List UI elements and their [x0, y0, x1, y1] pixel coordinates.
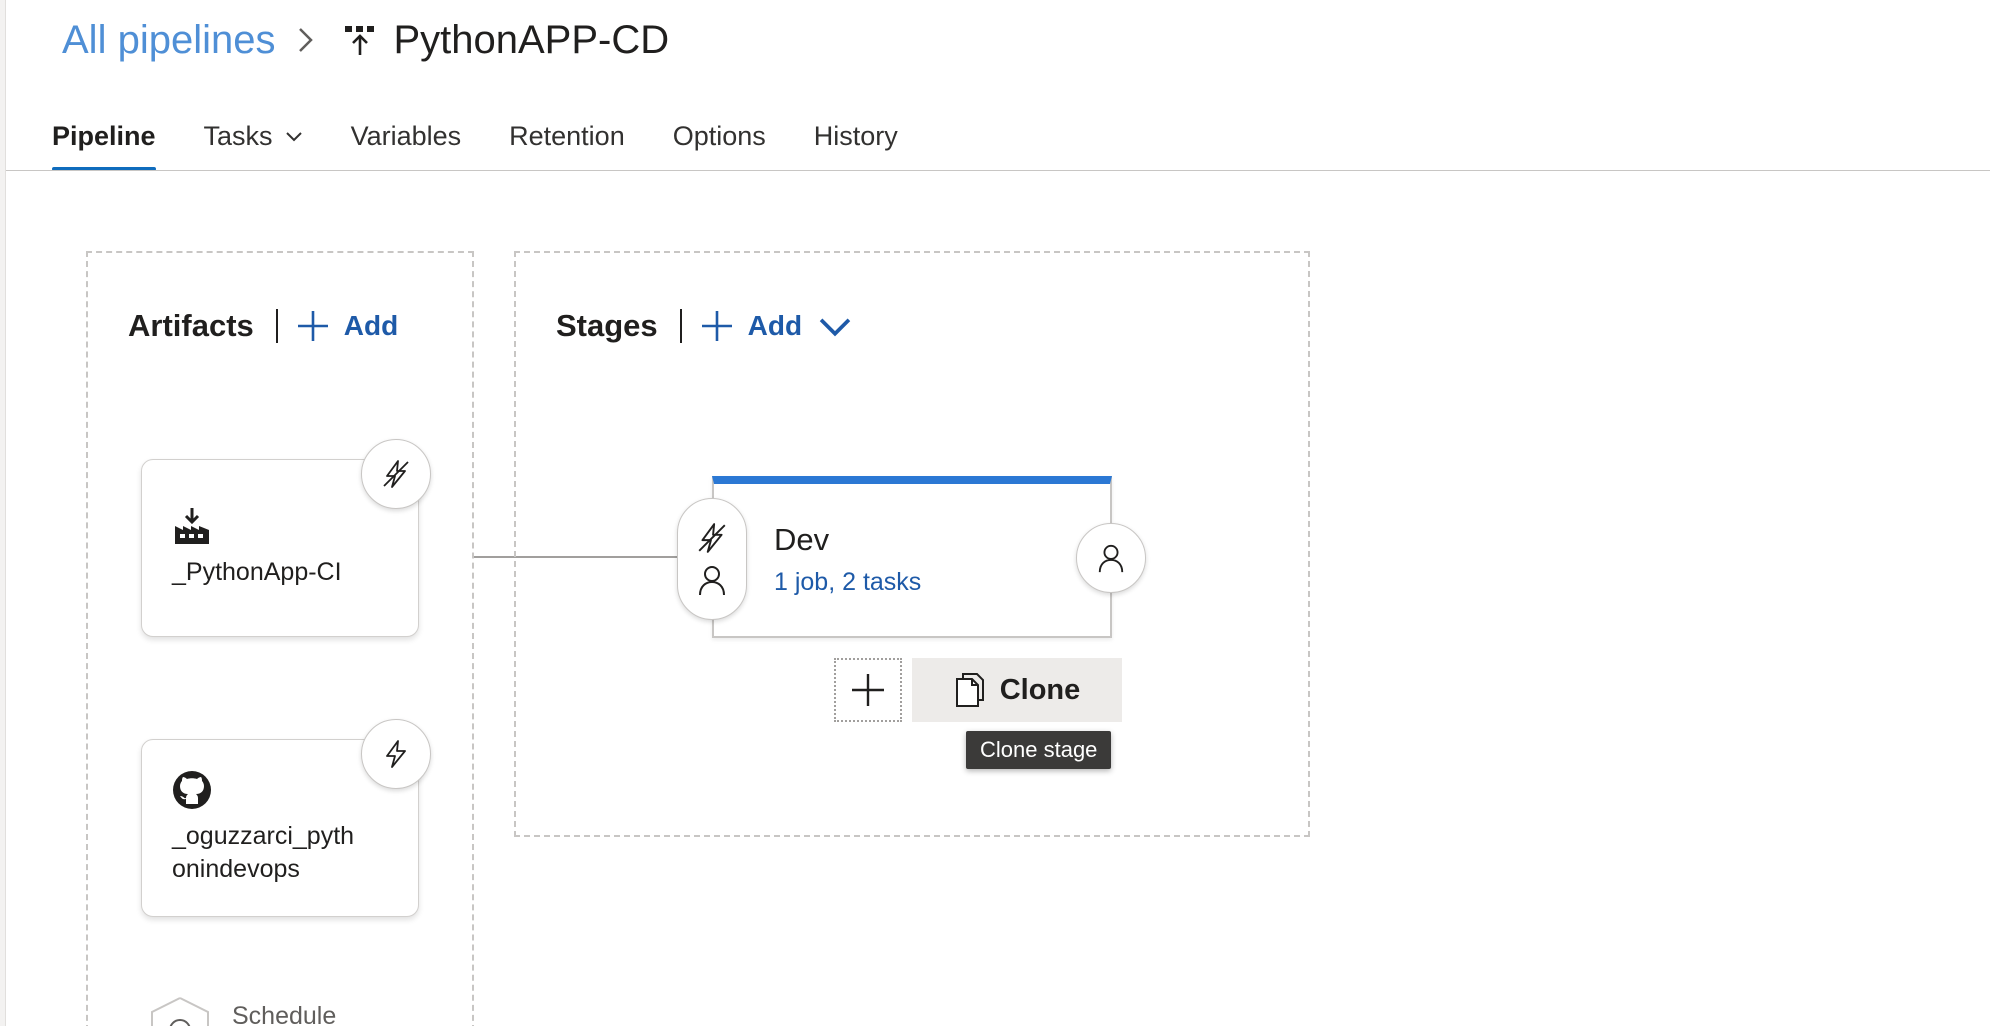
schedule-label: Schedule	[232, 1002, 337, 1026]
header-divider	[275, 309, 278, 343]
continuous-deployment-trigger-icon[interactable]	[361, 719, 431, 789]
tab-retention[interactable]: Retention	[509, 100, 625, 172]
clone-stage-button[interactable]: Clone	[912, 658, 1122, 722]
tab-pipeline[interactable]: Pipeline	[52, 100, 156, 172]
tab-label: Tasks	[203, 120, 273, 151]
clone-stage-tooltip: Clone stage	[966, 731, 1112, 769]
tabs-divider	[6, 170, 1990, 171]
artifact-name: _PythonApp-CI	[172, 558, 342, 586]
copy-icon	[955, 673, 984, 707]
tab-label: Options	[672, 120, 766, 151]
stage-name: Dev	[774, 522, 830, 557]
clone-label: Clone	[999, 673, 1081, 706]
page-title: PythonAPP-CD	[393, 17, 670, 62]
all-pipelines-link[interactable]: All pipelines	[62, 18, 275, 63]
left-rail	[0, 0, 6, 1026]
pre-deployment-conditions[interactable]	[677, 498, 747, 620]
header-divider	[679, 309, 682, 343]
add-artifact-button[interactable]: Add	[296, 309, 398, 343]
schedule-icon[interactable]	[148, 996, 212, 1026]
tab-options[interactable]: Options	[673, 100, 766, 172]
continuous-deployment-trigger-off-icon[interactable]	[361, 439, 431, 509]
tab-label: Retention	[509, 120, 625, 151]
artifact-name: _oguzzarci_pyth onindevops	[172, 822, 355, 883]
chevron-right-icon	[297, 25, 315, 55]
plus-icon	[701, 311, 732, 341]
stage-summary-link[interactable]: 1 job, 2 tasks	[774, 568, 921, 597]
add-artifact-label: Add	[343, 310, 399, 341]
tab-label: Variables	[350, 120, 462, 151]
build-artifact-icon	[175, 508, 209, 544]
plus-icon	[297, 311, 328, 341]
pre-deployment-approvers-icon	[699, 566, 725, 596]
pre-deployment-trigger-icon	[698, 523, 726, 553]
stage-card-dev[interactable]: Dev 1 job, 2 tasks	[712, 476, 1112, 638]
stages-header: Stages Add	[556, 302, 866, 350]
tab-label: History	[813, 120, 898, 151]
plus-icon	[852, 674, 884, 706]
chevron-down-icon	[819, 318, 851, 337]
post-deployment-approvers-icon[interactable]	[1076, 523, 1146, 593]
release-pipeline-icon	[345, 26, 375, 55]
github-icon	[173, 771, 211, 809]
tab-history[interactable]: History	[814, 100, 898, 172]
add-stage-button[interactable]	[834, 658, 902, 722]
chevron-down-icon	[285, 132, 302, 142]
pipeline-tabs: Pipeline Tasks Variables Retention Optio…	[52, 100, 946, 172]
artifacts-title: Artifacts	[128, 308, 254, 343]
tab-variables[interactable]: Variables	[351, 100, 462, 172]
tab-label: Pipeline	[52, 120, 156, 151]
artifacts-header: Artifacts Add	[128, 302, 398, 350]
add-stage-dropdown[interactable]: Add	[700, 309, 866, 343]
tab-tasks[interactable]: Tasks	[204, 100, 303, 172]
add-stage-label: Add	[747, 310, 803, 341]
breadcrumb: All pipelines PythonAPP-CD	[62, 14, 669, 66]
stages-title: Stages	[556, 308, 658, 343]
